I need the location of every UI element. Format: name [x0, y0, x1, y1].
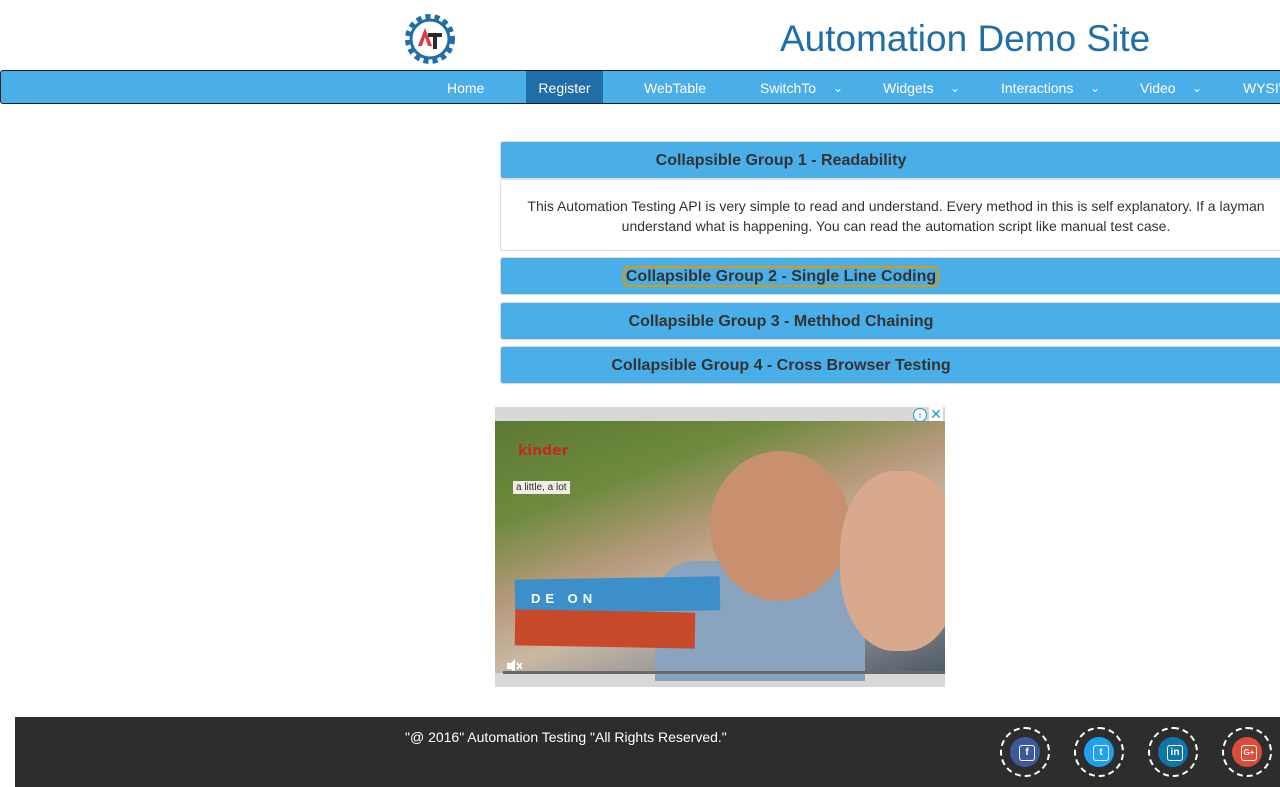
collapsible-group-1-title[interactable]: Collapsible Group 1 - Readability [656, 152, 907, 169]
info-icon[interactable]: i [913, 408, 927, 422]
ad-progress-bar [503, 671, 945, 674]
site-logo-icon[interactable] [404, 13, 456, 65]
collapsible-group-4-header[interactable]: Collapsible Group 4 - Cross Browser Test… [500, 346, 1280, 384]
google-plus-link[interactable]: G+ [1222, 727, 1272, 777]
facebook-link[interactable]: f [1000, 727, 1050, 777]
main-navbar: Home Register WebTable SwitchTo ⌄ Widget… [0, 70, 1280, 104]
ad-image-grandfather [840, 471, 945, 651]
page-footer: "@ 2016" Automation Testing "All Rights … [15, 717, 1280, 787]
twitter-icon[interactable]: t [1084, 737, 1114, 767]
nav-video[interactable]: Video [1140, 71, 1176, 103]
collapsible-group-3-title[interactable]: Collapsible Group 3 - Methhod Chaining [629, 313, 934, 330]
nav-widgets[interactable]: Widgets [883, 71, 934, 103]
nav-wysiwyg[interactable]: WYSIWYG [1243, 71, 1280, 103]
close-icon[interactable]: ✕ [929, 407, 943, 421]
mute-icon[interactable] [505, 657, 525, 677]
ad-image-child [710, 451, 850, 601]
collapsible-group-3-header[interactable]: Collapsible Group 3 - Methhod Chaining [500, 302, 1280, 340]
copyright-text: "@ 2016" Automation Testing "All Rights … [405, 729, 727, 745]
collapsible-group-2-title[interactable]: Collapsible Group 2 - Single Line Coding [622, 266, 940, 287]
collapsible-group-1-header[interactable]: Collapsible Group 1 - Readability [500, 141, 1280, 179]
chevron-down-icon[interactable]: ⌄ [1192, 71, 1202, 103]
chevron-down-icon[interactable]: ⌄ [833, 71, 843, 103]
advertisement[interactable]: kinder a little, a lot DE ON i ✕ [495, 407, 945, 687]
nav-interactions[interactable]: Interactions [1001, 71, 1073, 103]
nav-register[interactable]: Register [526, 71, 603, 103]
linkedin-icon[interactable]: in [1158, 737, 1188, 767]
facebook-icon[interactable]: f [1010, 737, 1040, 767]
linkedin-link[interactable]: in [1148, 727, 1198, 777]
twitter-link[interactable]: t [1074, 727, 1124, 777]
ad-band-text: DE ON [531, 591, 598, 606]
nav-webtable[interactable]: WebTable [644, 71, 706, 103]
ad-video-frame[interactable]: kinder a little, a lot DE ON [495, 421, 945, 681]
chevron-down-icon[interactable]: ⌄ [950, 71, 960, 103]
nav-switchto[interactable]: SwitchTo [760, 71, 816, 103]
group-1-body-line-1: This Automation Testing API is very simp… [527, 198, 1265, 214]
collapsible-group-4-title[interactable]: Collapsible Group 4 - Cross Browser Test… [611, 357, 950, 374]
ad-red-band [514, 609, 696, 649]
site-title: Automation Demo Site [780, 18, 1151, 59]
nav-home[interactable]: Home [447, 71, 484, 103]
collapsible-group-1-body: This Automation Testing API is very simp… [500, 179, 1280, 251]
group-1-body-line-2: understand what is happening. You can re… [621, 218, 1171, 234]
collapsible-group-2-header[interactable]: Collapsible Group 2 - Single Line Coding [500, 257, 1280, 295]
kinder-logo: kinder a little, a lot [505, 429, 573, 494]
chevron-down-icon[interactable]: ⌄ [1090, 71, 1100, 103]
google-plus-icon[interactable]: G+ [1232, 737, 1262, 767]
